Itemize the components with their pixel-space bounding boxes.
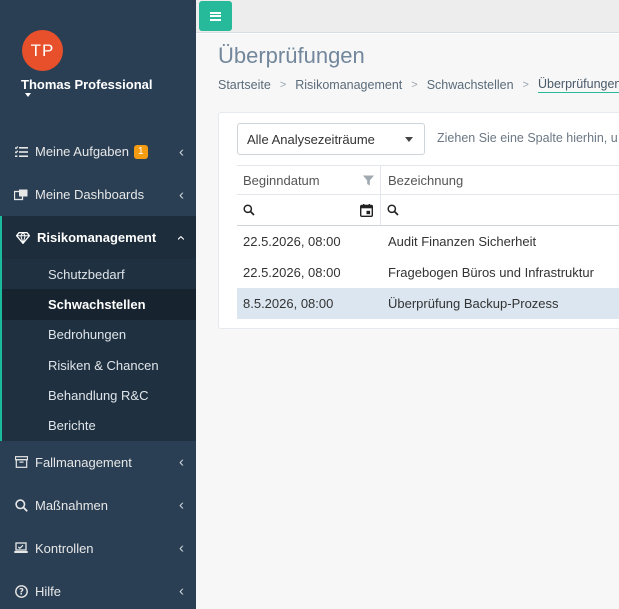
sidebar-item-label: Maßnahmen	[35, 497, 108, 513]
calendar-icon[interactable]	[360, 204, 373, 217]
question-icon: ?	[14, 584, 28, 598]
sidebar-item-meine-aufgaben[interactable]: Meine Aufgaben 1 ‹	[0, 130, 196, 173]
caret-down-icon	[405, 137, 413, 142]
chevron-left-icon: ‹	[179, 496, 184, 514]
grid-header: Beginndatum Bezeichnung	[237, 165, 619, 195]
sidebar-item-kontrollen[interactable]: Kontrollen ‹	[0, 527, 196, 570]
breadcrumb-startseite[interactable]: Startseite	[218, 78, 271, 92]
chevron-down-icon: ‹	[173, 235, 190, 240]
archive-icon	[14, 455, 28, 469]
chevron-left-icon: ‹	[179, 539, 184, 557]
page-title: Überprüfungen	[218, 43, 365, 68]
reviews-panel: Alle Analysezeiträume Ziehen Sie eine Sp…	[218, 112, 619, 329]
submenu-item-risiken-chancen[interactable]: Risiken & Chancen	[2, 350, 196, 380]
svg-text:?: ?	[19, 587, 24, 597]
avatar[interactable]: TP	[22, 30, 63, 71]
sidebar-item-hilfe[interactable]: ? Hilfe ‹	[0, 570, 196, 609]
date-filter-cell[interactable]	[237, 195, 381, 225]
table-row-selected[interactable]: 8.5.2026, 08:00 Überprüfung Backup-Proze…	[237, 288, 619, 319]
period-select-value: Alle Analysezeiträume	[247, 131, 375, 147]
submenu-item-behandlung[interactable]: Behandlung R&C	[2, 380, 196, 410]
group-panel-hint[interactable]: Ziehen Sie eine Spalte hierhin, u	[437, 131, 618, 145]
column-header-label: Bezeichnung	[388, 172, 464, 188]
breadcrumb-separator: >	[522, 79, 529, 91]
sidebar-item-label: Meine Aufgaben	[35, 144, 129, 159]
sidebar-menu: Meine Aufgaben 1 ‹ Meine Dashboards ‹ Ri…	[0, 130, 196, 609]
filter-icon[interactable]	[363, 175, 374, 186]
submenu-item-bedrohungen[interactable]: Bedrohungen	[2, 320, 196, 350]
name-cell: Fragebogen Büros und Infrastruktur	[388, 265, 594, 280]
sidebar-item-fallmanagement[interactable]: Fallmanagement ‹	[0, 441, 196, 484]
breadcrumb-separator: >	[411, 79, 418, 91]
caret-down-icon[interactable]	[25, 93, 31, 97]
period-select[interactable]: Alle Analysezeiträume	[237, 123, 425, 155]
submenu-item-schwachstellen[interactable]: Schwachstellen	[2, 289, 196, 320]
column-header-bezeichnung[interactable]: Bezeichnung	[381, 166, 619, 194]
name-cell: Audit Finanzen Sicherheit	[388, 234, 537, 249]
sidebar-item-risikomanagement[interactable]: Risikomanagement ‹	[0, 216, 196, 259]
table-row[interactable]: 22.5.2026, 08:00 Fragebogen Büros und In…	[237, 257, 619, 288]
date-cell: 22.5.2026, 08:00	[243, 265, 341, 280]
submenu-item-schutzbedarf[interactable]: Schutzbedarf	[2, 259, 196, 289]
table-row[interactable]: 22.5.2026, 08:00 Audit Finanzen Sicherhe…	[237, 226, 619, 257]
tasks-icon	[14, 145, 28, 159]
search-icon	[14, 498, 28, 512]
breadcrumb-separator: >	[279, 79, 287, 91]
chevron-left-icon: ‹	[179, 453, 184, 471]
sidebar-item-label: Meine Dashboards	[35, 187, 145, 202]
chevron-left-icon: ‹	[179, 582, 184, 600]
grid-filter-row	[237, 195, 619, 226]
date-cell: 8.5.2026, 08:00	[243, 296, 334, 311]
sidebar-item-label: Kontrollen	[35, 540, 94, 556]
breadcrumb-risikomanagement[interactable]: Risikomanagement	[295, 78, 402, 92]
top-navbar	[196, 0, 619, 33]
sidebar-item-label: Fallmanagement	[35, 454, 132, 470]
diamond-icon	[16, 231, 30, 245]
dashboard-icon	[14, 188, 28, 202]
profile-name[interactable]: Thomas Professional	[21, 77, 152, 92]
sidebar-item-label: Risikomanagement	[37, 230, 157, 245]
name-filter-cell[interactable]	[381, 195, 619, 225]
search-icon	[243, 204, 255, 216]
breadcrumb-schwachstellen[interactable]: Schwachstellen	[427, 78, 514, 92]
chevron-left-icon: ‹	[179, 143, 184, 160]
chevron-left-icon: ‹	[179, 186, 184, 203]
date-cell: 22.5.2026, 08:00	[243, 234, 341, 249]
sidebar: TP Thomas Professional Meine Aufgaben 1 …	[0, 0, 196, 609]
reviews-grid: Beginndatum Bezeichnung 22.5.2026, 08:00	[237, 165, 619, 319]
sidebar-item-meine-dashboards[interactable]: Meine Dashboards ‹	[0, 173, 196, 216]
laptop-icon	[14, 541, 28, 555]
column-header-label: Beginndatum	[243, 172, 320, 188]
hamburger-icon	[210, 11, 221, 21]
breadcrumb-ueberpruefungen[interactable]: Überprüfungen	[537, 77, 619, 93]
risikomanagement-submenu: Schutzbedarf Schwachstellen Bedrohungen …	[0, 259, 196, 441]
breadcrumb: Startseite > Risikomanagement > Schwachs…	[218, 77, 619, 93]
submenu-item-berichte[interactable]: Berichte	[2, 410, 196, 440]
menu-toggle-button[interactable]	[199, 1, 232, 31]
sidebar-item-massnahmen[interactable]: Maßnahmen ‹	[0, 484, 196, 527]
column-header-beginndatum[interactable]: Beginndatum	[237, 166, 381, 194]
main-content: Überprüfungen Startseite > Risikomanagem…	[196, 34, 619, 609]
task-count-badge: 1	[133, 144, 148, 159]
sidebar-item-label: Hilfe	[35, 583, 62, 599]
search-icon	[387, 204, 399, 216]
name-cell: Überprüfung Backup-Prozess	[388, 296, 559, 311]
profile: TP Thomas Professional	[0, 0, 196, 116]
